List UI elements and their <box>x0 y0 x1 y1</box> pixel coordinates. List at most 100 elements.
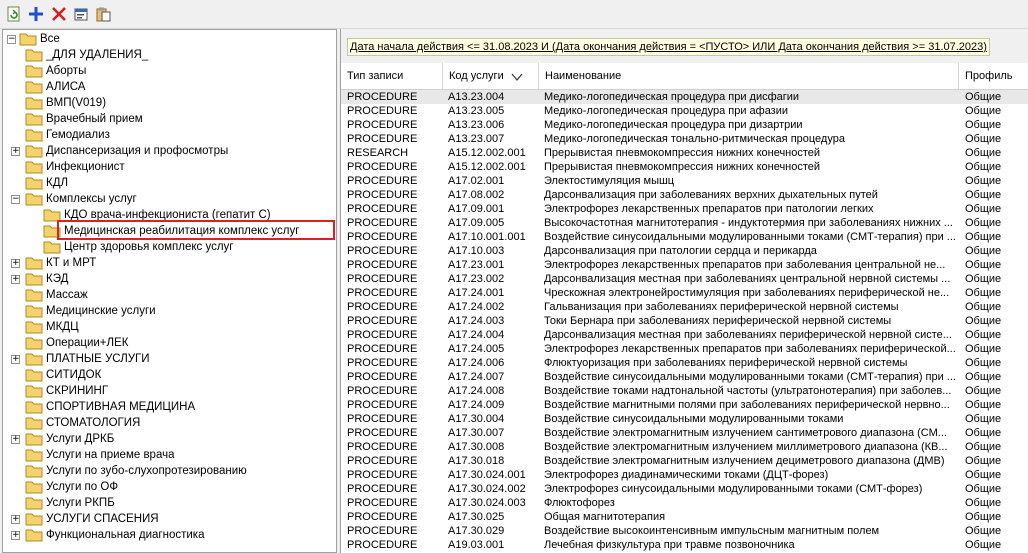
category-tree[interactable]: − Все _ДЛЯ УДАЛЕНИЯ_ Аборты АЛИСА ВМП(V019)… <box>2 29 337 553</box>
table-row[interactable]: PROCEDURE A17.30.024.001 Электрофорез диад… <box>341 468 1028 482</box>
tree-item[interactable]: − Комплексы услуг <box>11 191 137 207</box>
cell-type: PROCEDURE <box>347 273 418 285</box>
folder-open-icon <box>19 33 37 46</box>
table-row[interactable]: PROCEDURE A13.23.004 Медико-логопедическая… <box>341 90 1028 104</box>
table-row[interactable]: PROCEDURE A13.23.005 Медико-логопедическая… <box>341 104 1028 118</box>
table-row[interactable]: PROCEDURE A17.30.004 Воздействие синусоида… <box>341 412 1028 426</box>
table-row[interactable]: RESEARCH A15.12.002.001 Прерывистая пневмо… <box>341 146 1028 160</box>
table-row[interactable]: PROCEDURE A17.23.002 Дарсонвализация местн… <box>341 272 1028 286</box>
tree-root[interactable]: − Все <box>7 31 60 47</box>
tree-item[interactable]: КДЛ <box>25 175 68 191</box>
table-row[interactable]: PROCEDURE A17.10.003 Дарсонвализация при п… <box>341 244 1028 258</box>
tree-item[interactable]: Центр здоровья комплекс услуг <box>43 239 233 255</box>
expand-icon[interactable]: + <box>11 259 20 268</box>
table-row[interactable]: PROCEDURE A17.30.024.003 Флюктофорез Общие <box>341 496 1028 510</box>
tree-item[interactable]: МКДЦ <box>25 319 79 335</box>
collapse-icon[interactable]: − <box>7 34 16 44</box>
tree-item[interactable]: Гемодиализ <box>25 127 110 143</box>
filter-text[interactable]: Дата начала действия <= 31.08.2023 И (Да… <box>347 38 990 56</box>
table-row[interactable]: PROCEDURE A17.30.029 Воздействие высокоинт… <box>341 524 1028 538</box>
tree-item[interactable]: + Диспансеризация и профосмотры <box>11 143 228 159</box>
table-row[interactable]: PROCEDURE A17.24.004 Дарсонвализация местн… <box>341 328 1028 342</box>
tree-item[interactable]: СИТИДОК <box>25 367 101 383</box>
table-row[interactable]: PROCEDURE A17.30.007 Воздействие электрома… <box>341 426 1028 440</box>
refresh-button[interactable] <box>4 4 24 24</box>
tree-item[interactable]: + Функциональная диагностика <box>11 527 205 543</box>
expand-icon[interactable]: + <box>11 435 20 444</box>
tree-item[interactable]: ВМП(V019) <box>25 95 106 111</box>
tree-item[interactable]: АЛИСА <box>25 79 85 95</box>
tree-item[interactable]: Операции+ЛЕК <box>25 335 128 351</box>
folder-icon <box>25 113 43 126</box>
header-type[interactable]: Тип записи <box>341 63 443 89</box>
table-row[interactable]: PROCEDURE A17.09.005 Высокочастотная магни… <box>341 216 1028 230</box>
paste-button[interactable] <box>93 4 113 24</box>
table-row[interactable]: PROCEDURE A15.12.002.001 Прерывистая пневм… <box>341 160 1028 174</box>
table-row[interactable]: PROCEDURE A13.23.007 Медико-логопедическая… <box>341 132 1028 146</box>
table-row[interactable]: PROCEDURE A17.30.008 Воздействие электрома… <box>341 440 1028 454</box>
cell-type: PROCEDURE <box>347 455 418 467</box>
table-row[interactable]: PROCEDURE A17.08.002 Дарсонвализация при з… <box>341 188 1028 202</box>
tree-item[interactable]: Услуги по зубо-слухопротезированию <box>25 463 247 479</box>
tree-item[interactable]: Массаж <box>25 287 88 303</box>
table-row[interactable]: PROCEDURE A17.10.001.001 Воздействие синус… <box>341 230 1028 244</box>
table-row[interactable]: PROCEDURE A17.02.001 Электостимуляция мышц… <box>341 174 1028 188</box>
table-row[interactable]: PROCEDURE A17.24.005 Электрофорез лекарств… <box>341 342 1028 356</box>
expand-icon[interactable]: + <box>11 515 20 524</box>
tree-item[interactable]: КДО врача-инфекциониста (гепатит С) <box>43 207 271 223</box>
cell-profile: Общие <box>965 175 1002 187</box>
collapse-icon[interactable]: − <box>11 195 20 204</box>
folder-icon <box>25 369 43 382</box>
tree-item[interactable]: Врачебный прием <box>25 111 143 127</box>
cell-profile: Общие <box>965 245 1002 257</box>
tree-item[interactable]: СПОРТИВНАЯ МЕДИЦИНА <box>25 399 195 415</box>
cell-type: PROCEDURE <box>347 525 418 537</box>
table-row[interactable]: PROCEDURE A17.24.002 Гальванизация при заб… <box>341 300 1028 314</box>
header-name[interactable]: Наименование <box>539 63 959 89</box>
expand-icon[interactable]: + <box>11 355 20 364</box>
table-row[interactable]: PROCEDURE A17.24.003 Токи Бернара при забо… <box>341 314 1028 328</box>
tree-item[interactable]: + Услуги ДРКБ <box>11 431 114 447</box>
cell-profile: Общие <box>965 469 1002 481</box>
table-row[interactable]: PROCEDURE A19.03.001 Лечебная физкультура … <box>341 538 1028 552</box>
tree-item[interactable]: Услуги РКПБ <box>25 495 115 511</box>
table-row[interactable]: PROCEDURE A17.24.009 Воздействие магнитным… <box>341 398 1028 412</box>
cell-type: PROCEDURE <box>347 413 418 425</box>
table-row[interactable]: PROCEDURE A17.09.001 Электрофорез лекарств… <box>341 202 1028 216</box>
expand-icon[interactable]: + <box>11 147 20 156</box>
table-row[interactable]: PROCEDURE A17.30.024.002 Электрофорез сину… <box>341 482 1028 496</box>
tree-item[interactable]: + КТ и МРТ <box>11 255 96 271</box>
table-row[interactable]: PROCEDURE A17.23.001 Электрофорез лекарств… <box>341 258 1028 272</box>
table-row[interactable]: PROCEDURE A17.24.006 Флюктуоризация при за… <box>341 356 1028 370</box>
cell-code: A17.10.001.001 <box>448 231 526 243</box>
header-profile[interactable]: Профиль <box>959 63 1028 89</box>
tree-item[interactable]: + ПЛАТНЫЕ УСЛУГИ <box>11 351 150 367</box>
tree-item[interactable]: Медицинская реабилитация комплекс услуг <box>43 223 299 239</box>
table-row[interactable]: PROCEDURE A17.30.018 Воздействие электрома… <box>341 454 1028 468</box>
delete-button[interactable] <box>49 4 69 24</box>
header-code[interactable]: Код услуги <box>443 63 539 89</box>
table-row[interactable]: PROCEDURE A17.24.001 Чрескожная электроней… <box>341 286 1028 300</box>
tree-item[interactable]: + УСЛУГИ СПАСЕНИЯ <box>11 511 159 527</box>
tree-item[interactable]: Услуги по ОФ <box>25 479 118 495</box>
tree-item-label: Функциональная диагностика <box>46 529 205 541</box>
tree-item[interactable]: Инфекционист <box>25 159 125 175</box>
table-row[interactable]: PROCEDURE A17.24.008 Воздействие токами на… <box>341 384 1028 398</box>
cell-profile: Общие <box>965 539 1002 551</box>
expand-icon[interactable]: + <box>11 531 20 540</box>
tree-item[interactable]: СТОМАТОЛОГИЯ <box>25 415 140 431</box>
tree-item[interactable]: Медицинские услуги <box>25 303 156 319</box>
add-button[interactable] <box>26 4 46 24</box>
table-row[interactable]: PROCEDURE A13.23.006 Медико-логопедическая… <box>341 118 1028 132</box>
folder-icon <box>25 449 43 462</box>
table-row[interactable]: PROCEDURE A17.30.025 Общая магнитотерапия О… <box>341 510 1028 524</box>
tree-item[interactable]: + КЭД <box>11 271 68 287</box>
tree-item[interactable]: СКРИНИНГ <box>25 383 108 399</box>
tree-item[interactable]: Услуги на приеме врача <box>25 447 174 463</box>
properties-button[interactable] <box>71 4 91 24</box>
expand-icon[interactable]: + <box>11 275 20 284</box>
tree-item[interactable]: _ДЛЯ УДАЛЕНИЯ_ <box>25 47 148 63</box>
cell-profile: Общие <box>965 273 1002 285</box>
table-row[interactable]: PROCEDURE A17.24.007 Воздействие синусоида… <box>341 370 1028 384</box>
tree-item[interactable]: Аборты <box>25 63 86 79</box>
